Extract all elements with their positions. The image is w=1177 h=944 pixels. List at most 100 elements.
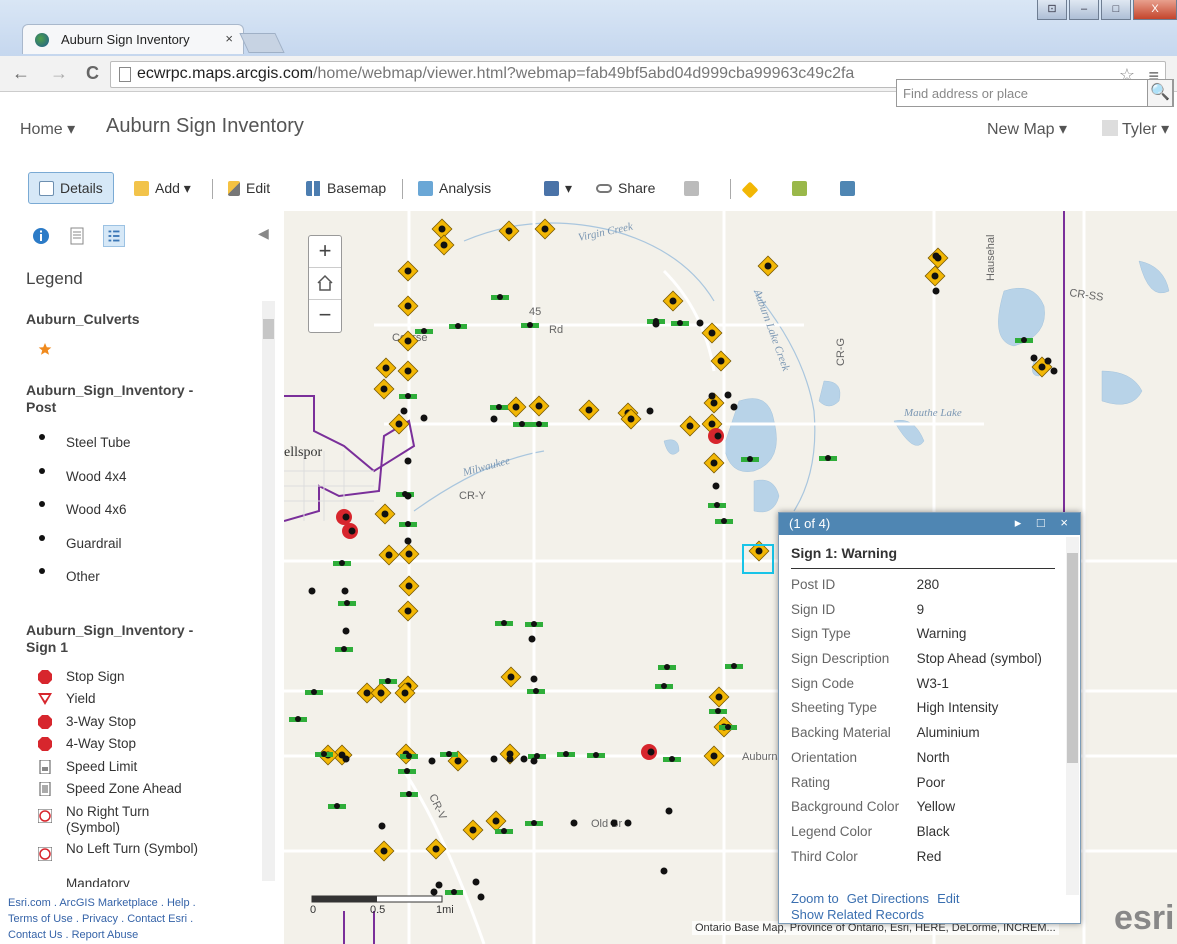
- post-marker[interactable]: [715, 693, 723, 701]
- footer-link[interactable]: Help: [167, 897, 190, 909]
- post-marker[interactable]: [710, 459, 718, 467]
- post-marker[interactable]: [686, 422, 694, 430]
- post-marker[interactable]: [708, 420, 716, 428]
- zoom-in-button[interactable]: +: [309, 236, 341, 268]
- post-marker[interactable]: [472, 878, 480, 886]
- post-marker[interactable]: [406, 753, 412, 759]
- post-marker[interactable]: [342, 755, 350, 763]
- tab-close-icon[interactable]: ×: [225, 31, 233, 46]
- post-marker[interactable]: [342, 513, 350, 521]
- window-profile-button[interactable]: ⊡: [1037, 0, 1067, 20]
- post-marker[interactable]: [530, 757, 538, 765]
- post-marker[interactable]: [585, 406, 593, 414]
- zoom-to-link[interactable]: Zoom to: [791, 891, 839, 906]
- measure-button[interactable]: [792, 175, 813, 201]
- post-marker[interactable]: [563, 751, 569, 757]
- post-marker[interactable]: [652, 320, 660, 328]
- post-marker[interactable]: [932, 252, 940, 260]
- post-marker[interactable]: [406, 791, 412, 797]
- post-marker[interactable]: [404, 302, 412, 310]
- post-marker[interactable]: [725, 724, 731, 730]
- post-marker[interactable]: [404, 367, 412, 375]
- footer-link[interactable]: ArcGIS Marketplace: [59, 897, 157, 909]
- post-marker[interactable]: [454, 757, 462, 765]
- popup-controls[interactable]: ▸ □ ×: [1015, 515, 1074, 531]
- post-marker[interactable]: [593, 752, 599, 758]
- details-button[interactable]: Details: [28, 172, 114, 204]
- post-marker[interactable]: [541, 225, 549, 233]
- post-marker[interactable]: [385, 551, 393, 559]
- window-maximize-button[interactable]: □: [1101, 0, 1131, 20]
- post-marker[interactable]: [428, 757, 436, 765]
- post-marker[interactable]: [405, 582, 413, 590]
- post-marker[interactable]: [432, 845, 440, 853]
- post-marker[interactable]: [420, 414, 428, 422]
- window-minimize-button[interactable]: –: [1069, 0, 1099, 20]
- show-related-records-link[interactable]: Show Related Records: [791, 907, 924, 922]
- post-marker[interactable]: [477, 893, 485, 901]
- post-marker[interactable]: [715, 708, 721, 714]
- post-marker[interactable]: [731, 663, 737, 669]
- post-marker[interactable]: [714, 502, 720, 508]
- post-marker[interactable]: [714, 432, 722, 440]
- post-marker[interactable]: [507, 673, 515, 681]
- post-marker[interactable]: [747, 456, 753, 462]
- post-marker[interactable]: [519, 421, 525, 427]
- reload-button[interactable]: C: [86, 63, 99, 84]
- post-marker[interactable]: [506, 755, 514, 763]
- basemap-button[interactable]: Basemap: [306, 175, 386, 201]
- post-marker[interactable]: [405, 521, 411, 527]
- post-marker[interactable]: [492, 817, 500, 825]
- browser-tab[interactable]: Auburn Sign Inventory ×: [22, 24, 244, 54]
- print-button[interactable]: [684, 175, 705, 201]
- post-marker[interactable]: [344, 600, 350, 606]
- post-marker[interactable]: [321, 751, 327, 757]
- post-marker[interactable]: [531, 820, 537, 826]
- post-marker[interactable]: [490, 755, 498, 763]
- post-marker[interactable]: [669, 756, 675, 762]
- post-marker[interactable]: [669, 297, 677, 305]
- legend-icon[interactable]: [102, 225, 125, 247]
- post-marker[interactable]: [535, 402, 543, 410]
- post-marker[interactable]: [624, 819, 632, 827]
- legend-scroll-thumb[interactable]: [263, 319, 274, 339]
- post-marker[interactable]: [530, 675, 538, 683]
- post-marker[interactable]: [455, 323, 461, 329]
- popup-scroll-thumb[interactable]: [1067, 553, 1078, 763]
- footer-link[interactable]: Privacy: [82, 913, 118, 925]
- post-marker[interactable]: [570, 819, 578, 827]
- post-marker[interactable]: [710, 752, 718, 760]
- post-marker[interactable]: [341, 646, 347, 652]
- post-marker[interactable]: [341, 587, 349, 595]
- edit-button[interactable]: Edit: [228, 175, 270, 201]
- post-marker[interactable]: [440, 241, 448, 249]
- footer-link[interactable]: Contact Us: [8, 929, 62, 941]
- post-marker[interactable]: [527, 322, 533, 328]
- post-marker[interactable]: [932, 287, 940, 295]
- footer-link[interactable]: Contact Esri: [127, 913, 187, 925]
- popup-scrollbar[interactable]: [1066, 537, 1079, 895]
- post-marker[interactable]: [438, 225, 446, 233]
- post-marker[interactable]: [401, 689, 409, 697]
- post-marker[interactable]: [646, 407, 654, 415]
- post-marker[interactable]: [404, 267, 412, 275]
- add-button[interactable]: Add ▾: [134, 175, 191, 201]
- post-marker[interactable]: [385, 678, 391, 684]
- legend-scrollbar[interactable]: [262, 301, 275, 881]
- footer-link[interactable]: Report Abuse: [72, 929, 139, 941]
- post-marker[interactable]: [724, 391, 732, 399]
- window-close-button[interactable]: X: [1133, 0, 1177, 20]
- post-marker[interactable]: [404, 337, 412, 345]
- post-marker[interactable]: [1038, 363, 1046, 371]
- new-tab-button[interactable]: [239, 33, 285, 53]
- post-marker[interactable]: [665, 807, 673, 815]
- post-marker[interactable]: [405, 550, 413, 558]
- post-marker[interactable]: [381, 510, 389, 518]
- post-marker[interactable]: [378, 822, 386, 830]
- post-marker[interactable]: [627, 415, 635, 423]
- analysis-button[interactable]: Analysis: [418, 175, 491, 201]
- about-info-icon[interactable]: [30, 225, 52, 247]
- post-marker[interactable]: [528, 635, 536, 643]
- post-marker[interactable]: [501, 828, 507, 834]
- post-marker[interactable]: [1050, 367, 1058, 375]
